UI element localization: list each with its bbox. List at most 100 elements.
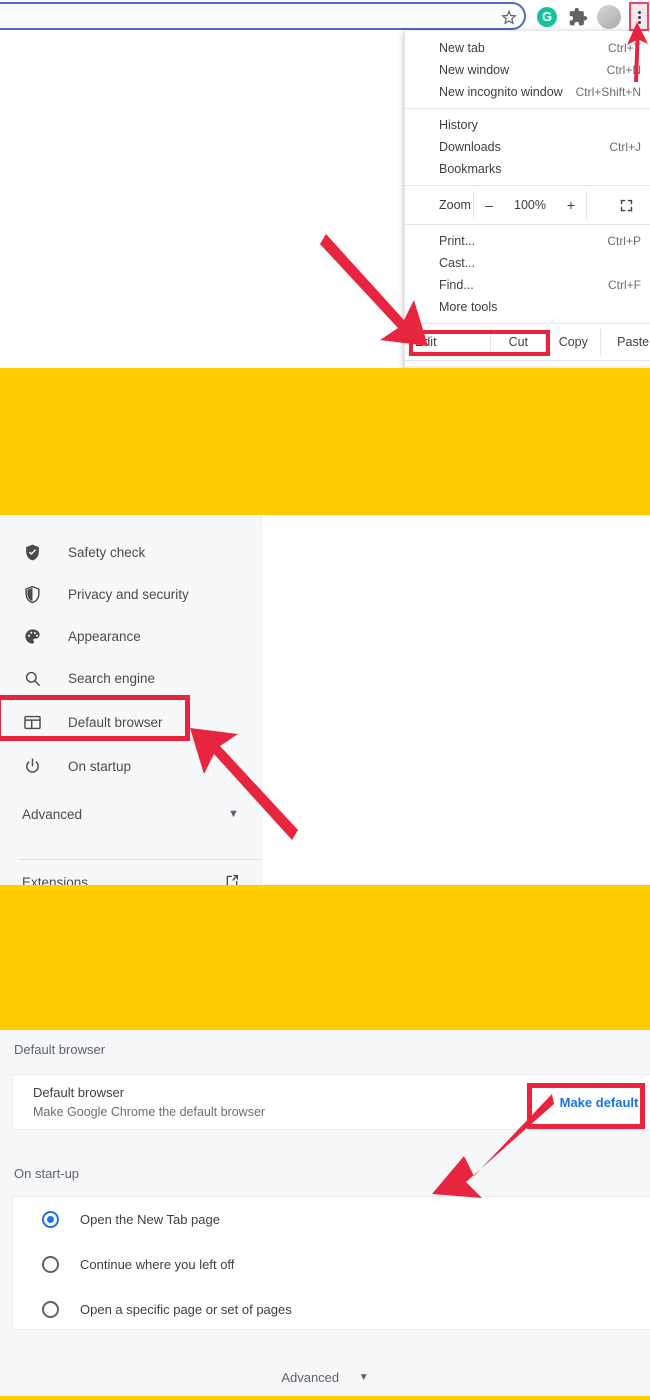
default-browser-card-subtitle: Make Google Chrome the default browser: [33, 1105, 266, 1119]
profile-avatar[interactable]: [597, 5, 621, 29]
menu-item-history[interactable]: History ▸: [405, 114, 650, 136]
content-advanced-toggle[interactable]: Advanced ▼: [0, 1370, 650, 1385]
default-browser-heading: Default browser: [14, 1042, 106, 1057]
menu-item-label: New tab: [439, 41, 485, 55]
shield-icon: [20, 582, 44, 606]
cut-button[interactable]: Cut: [491, 335, 545, 349]
menu-item-shortcut: Ctrl+Shift+N: [575, 85, 641, 99]
menu-item-new-tab[interactable]: New tab Ctrl+T: [405, 37, 650, 59]
menu-item-new-incognito-window[interactable]: New incognito window Ctrl+Shift+N: [405, 81, 650, 103]
sidebar-divider: [20, 859, 262, 860]
sidebar-item-extensions[interactable]: Extensions: [0, 867, 262, 885]
sidebar-item-label: Appearance: [68, 628, 141, 644]
address-bar[interactable]: [0, 2, 526, 30]
yellow-bottom-strip: [0, 1396, 650, 1400]
paste-button[interactable]: Paste: [601, 335, 650, 349]
radio-button-icon: [42, 1256, 59, 1273]
menu-item-label: Print...: [439, 234, 476, 248]
sidebar-item-appearance[interactable]: Appearance: [0, 615, 262, 657]
radio-open-new-tab-page[interactable]: Open the New Tab page: [13, 1197, 650, 1242]
yellow-separator-band: [0, 368, 650, 515]
sidebar-extensions-label: Extensions: [22, 874, 89, 886]
radio-continue-where-you-left-off[interactable]: Continue where you left off: [13, 1242, 650, 1287]
menu-item-label: Downloads: [439, 140, 501, 154]
menu-item-more-tools[interactable]: More tools ▸: [405, 296, 650, 318]
menu-item-print[interactable]: Print... Ctrl+P: [405, 230, 650, 252]
menu-item-shortcut: Ctrl+J: [609, 140, 641, 154]
menu-item-shortcut: Ctrl+N: [606, 63, 641, 77]
zoom-level-value: 100%: [514, 198, 546, 212]
menu-item-cast[interactable]: Cast...: [405, 252, 650, 274]
radio-label: Open the New Tab page: [80, 1212, 220, 1227]
extensions-puzzle-icon[interactable]: [568, 7, 588, 27]
kebab-dot: [638, 11, 641, 14]
make-default-button[interactable]: Make default: [549, 1089, 649, 1117]
zoom-in-button[interactable]: +: [556, 191, 586, 219]
menu-item-shortcut: Ctrl+T: [608, 41, 641, 55]
sidebar-item-search-engine[interactable]: Search engine: [0, 657, 262, 699]
radio-button-icon: [42, 1211, 59, 1228]
fullscreen-icon[interactable]: [587, 191, 650, 219]
copy-button[interactable]: Copy: [546, 335, 600, 349]
menu-item-label: Find...: [439, 278, 474, 292]
browser-window-icon: [20, 710, 44, 734]
settings-sidebar: Safety check Privacy and security Appear…: [0, 515, 262, 885]
menu-item-new-window[interactable]: New window Ctrl+N: [405, 59, 650, 81]
radio-open-specific-page[interactable]: Open a specific page or set of pages: [13, 1287, 650, 1332]
power-icon: [20, 754, 44, 778]
menu-item-label: New incognito window: [439, 85, 563, 99]
sidebar-item-safety-check[interactable]: Safety check: [0, 531, 262, 573]
menu-item-downloads[interactable]: Downloads Ctrl+J: [405, 136, 650, 158]
on-startup-card: Open the New Tab page Continue where you…: [12, 1196, 650, 1330]
menu-item-label: New window: [439, 63, 510, 77]
menu-edit-row: Edit Cut Copy Paste: [405, 329, 650, 355]
radio-button-icon: [42, 1301, 59, 1318]
menu-item-label: More tools: [439, 300, 498, 314]
menu-separator: [405, 108, 650, 109]
settings-content-section: Default browser Default browser Make Goo…: [0, 1030, 650, 1400]
sidebar-item-label: On startup: [68, 758, 132, 774]
content-advanced-label: Advanced: [281, 1370, 340, 1385]
sidebar-item-on-startup[interactable]: On startup: [0, 745, 262, 787]
zoom-out-button[interactable]: –: [474, 191, 504, 219]
radio-label: Continue where you left off: [80, 1257, 235, 1272]
sidebar-item-label: Privacy and security: [68, 586, 189, 602]
on-startup-heading: On start-up: [14, 1166, 80, 1181]
sidebar-item-privacy-and-security[interactable]: Privacy and security: [0, 573, 262, 615]
bookmark-star-icon[interactable]: [500, 8, 518, 26]
sidebar-item-label: Search engine: [68, 670, 156, 686]
menu-separator: [405, 224, 650, 225]
sidebar-item-label: Default browser: [68, 714, 163, 730]
menu-item-label: Bookmarks: [439, 162, 502, 176]
default-browser-card: Default browser Make Google Chrome the d…: [12, 1074, 650, 1130]
kebab-dot: [638, 16, 641, 19]
sidebar-advanced-toggle[interactable]: Advanced ▼: [0, 793, 262, 835]
menu-separator: [405, 185, 650, 186]
open-in-new-icon: [224, 873, 240, 885]
radio-label: Open a specific page or set of pages: [80, 1302, 292, 1317]
grammarly-extension-icon[interactable]: G: [537, 7, 557, 27]
yellow-separator-band: [0, 885, 650, 1030]
menu-item-label: Cast...: [439, 256, 476, 270]
browser-toolbar-section: G New tab Ctrl+T New window Ctrl+N New i…: [0, 0, 650, 368]
menu-item-shortcut: Ctrl+P: [607, 234, 641, 248]
menu-zoom-row: Zoom – 100% +: [405, 191, 650, 219]
menu-item-find[interactable]: Find... Ctrl+F: [405, 274, 650, 296]
sidebar-item-default-browser[interactable]: Default browser: [0, 701, 262, 743]
menu-item-label: History: [439, 118, 478, 132]
menu-item-shortcut: Ctrl+F: [608, 278, 641, 292]
chevron-down-icon: ▼: [358, 1372, 369, 1383]
menu-separator: [405, 323, 650, 324]
palette-icon: [20, 624, 44, 648]
sidebar-advanced-label: Advanced: [22, 806, 83, 822]
search-icon: [20, 666, 44, 690]
sidebar-item-label: Safety check: [68, 544, 146, 560]
default-browser-card-title: Default browser: [33, 1085, 125, 1100]
chrome-menu-kebab-icon[interactable]: [629, 2, 649, 31]
kebab-dot: [638, 21, 641, 24]
chrome-main-menu: New tab Ctrl+T New window Ctrl+N New inc…: [404, 31, 650, 368]
edit-label: Edit: [415, 335, 437, 349]
chevron-down-icon: ▼: [228, 808, 239, 820]
menu-item-bookmarks[interactable]: Bookmarks ▸: [405, 158, 650, 180]
settings-sidebar-section: Safety check Privacy and security Appear…: [0, 515, 650, 885]
